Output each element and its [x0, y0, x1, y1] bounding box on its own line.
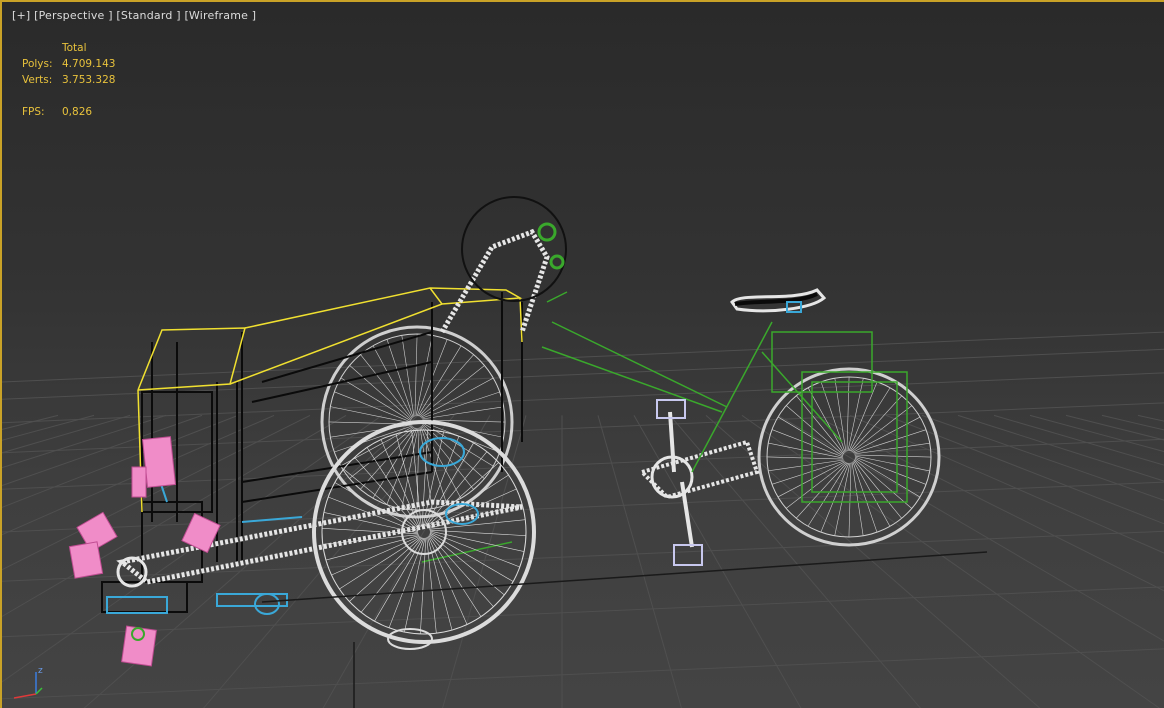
grid-axis-line [261, 551, 988, 603]
viewport-view-menu[interactable]: [Perspective ] [34, 9, 113, 22]
viewport-menu-button[interactable]: [+] [12, 9, 30, 22]
viewport-label-menu: [+] [Perspective ] [Standard ] [Wirefram… [12, 9, 256, 22]
polys-value: 4.709.143 [62, 58, 116, 70]
viewport-shading-menu[interactable]: [Standard ] [116, 9, 180, 22]
axis-tripod-icon: z [13, 666, 43, 699]
verts-value: 3.753.328 [62, 74, 116, 86]
viewport-display-menu[interactable]: [Wireframe ] [184, 9, 256, 22]
paddle-wheel[interactable] [68, 436, 221, 667]
polys-label: Polys: [22, 58, 53, 70]
verts-label: Verts: [22, 74, 53, 86]
fps-value: 0,826 [62, 106, 93, 118]
wireframe-scene[interactable] [2, 2, 1164, 708]
stats-total-header: Total [62, 42, 87, 54]
bike-seat[interactable] [730, 288, 827, 313]
fps-label: FPS: [22, 106, 45, 118]
viewport-statistics: Total Polys: 4.709.143 Verts: 3.753.328 FP… [22, 40, 115, 120]
perspective-viewport[interactable]: [+] [Perspective ] [Standard ] [Wirefram… [0, 0, 1164, 708]
axis-z-label: z [38, 666, 43, 676]
